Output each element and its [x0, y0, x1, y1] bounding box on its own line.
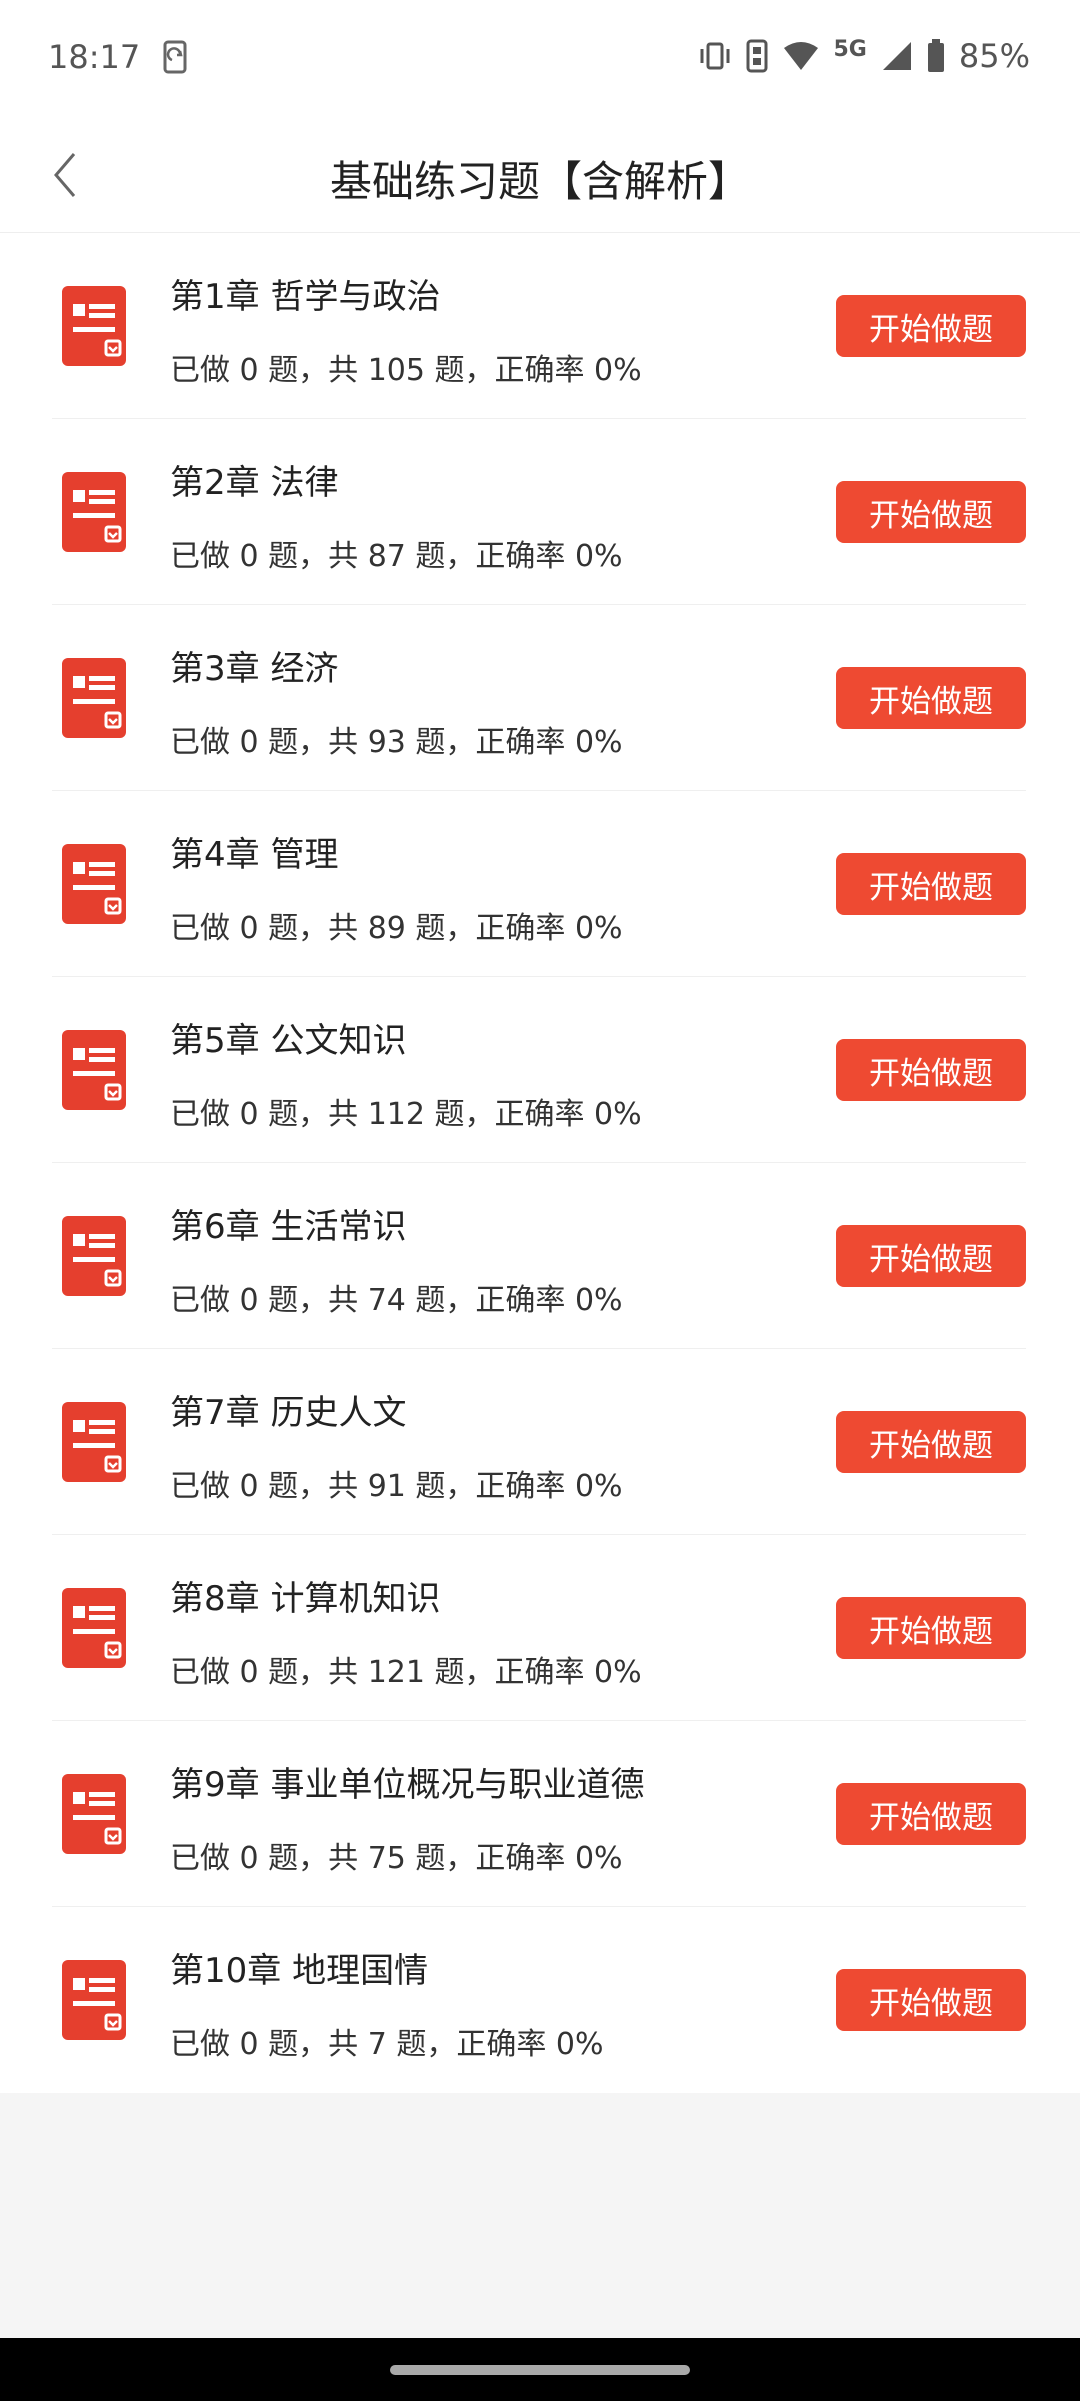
chapter-stats: 已做 0 题，共 121 题，正确率 0% — [170, 1655, 642, 1690]
chapter-item-3[interactable]: 第3章 经济 已做 0 题，共 93 题，正确率 0% 开始做题 — [0, 605, 1080, 791]
document-icon — [60, 1028, 128, 1112]
status-bar: 18:17 5G 85% — [0, 0, 1080, 120]
start-practice-button[interactable]: 开始做题 — [836, 1597, 1026, 1659]
chapter-item-5[interactable]: 第5章 公文知识 已做 0 题，共 112 题，正确率 0% 开始做题 — [0, 977, 1080, 1163]
start-practice-button[interactable]: 开始做题 — [836, 1783, 1026, 1845]
document-icon — [60, 656, 128, 740]
chapter-stats: 已做 0 题，共 93 题，正确率 0% — [170, 725, 623, 760]
chapter-item-6[interactable]: 第6章 生活常识 已做 0 题，共 74 题，正确率 0% 开始做题 — [0, 1163, 1080, 1349]
start-practice-button[interactable]: 开始做题 — [836, 1411, 1026, 1473]
chapter-title: 第9章 事业单位概况与职业道德 — [170, 1765, 645, 1805]
battery-icon — [927, 39, 945, 73]
vibrate-icon — [698, 39, 732, 73]
chapter-title: 第10章 地理国情 — [170, 1951, 429, 1991]
status-icons: 5G 85% — [698, 34, 1030, 78]
chapter-item-2[interactable]: 第2章 法律 已做 0 题，共 87 题，正确率 0% 开始做题 — [0, 419, 1080, 605]
screen-rotate-icon — [162, 40, 192, 76]
document-icon — [60, 284, 128, 368]
chapter-title: 第3章 经济 — [170, 649, 339, 689]
document-icon — [60, 1586, 128, 1670]
chapter-title: 第8章 计算机知识 — [170, 1579, 441, 1619]
chapter-title: 第4章 管理 — [170, 835, 339, 875]
chapter-stats: 已做 0 题，共 112 题，正确率 0% — [170, 1097, 642, 1132]
chapter-item-9[interactable]: 第9章 事业单位概况与职业道德 已做 0 题，共 75 题，正确率 0% 开始做… — [0, 1721, 1080, 1907]
chapter-item-1[interactable]: 第1章 哲学与政治 已做 0 题，共 105 题，正确率 0% 开始做题 — [0, 233, 1080, 419]
chapter-stats: 已做 0 题，共 89 题，正确率 0% — [170, 911, 623, 946]
chapter-title: 第7章 历史人文 — [170, 1393, 407, 1433]
chapter-title: 第5章 公文知识 — [170, 1021, 407, 1061]
chapter-stats: 已做 0 题，共 75 题，正确率 0% — [170, 1841, 623, 1876]
chapter-item-8[interactable]: 第8章 计算机知识 已做 0 题，共 121 题，正确率 0% 开始做题 — [0, 1535, 1080, 1721]
start-practice-button[interactable]: 开始做题 — [836, 481, 1026, 543]
chapter-list: 第1章 哲学与政治 已做 0 题，共 105 题，正确率 0% 开始做题 第2章… — [0, 233, 1080, 2093]
network-type: 5G — [833, 36, 867, 62]
document-icon — [60, 1958, 128, 2042]
document-icon — [60, 470, 128, 554]
status-time: 18:17 — [48, 38, 141, 76]
start-practice-button[interactable]: 开始做题 — [836, 295, 1026, 357]
start-practice-button[interactable]: 开始做题 — [836, 667, 1026, 729]
chapter-item-4[interactable]: 第4章 管理 已做 0 题，共 89 题，正确率 0% 开始做题 — [0, 791, 1080, 977]
system-nav-bar — [0, 2338, 1080, 2401]
start-practice-button[interactable]: 开始做题 — [836, 1969, 1026, 2031]
document-icon — [60, 1214, 128, 1298]
home-handle[interactable] — [390, 2365, 690, 2375]
wifi-icon — [782, 40, 820, 72]
chapter-stats: 已做 0 题，共 74 题，正确率 0% — [170, 1283, 623, 1318]
chapter-title: 第2章 法律 — [170, 463, 339, 503]
chapter-item-10[interactable]: 第10章 地理国情 已做 0 题，共 7 题，正确率 0% 开始做题 — [0, 1907, 1080, 2093]
chapter-stats: 已做 0 题，共 105 题，正确率 0% — [170, 353, 642, 388]
start-practice-button[interactable]: 开始做题 — [836, 1039, 1026, 1101]
battery-level: 85% — [958, 37, 1030, 75]
start-practice-button[interactable]: 开始做题 — [836, 853, 1026, 915]
chapter-stats: 已做 0 题，共 91 题，正确率 0% — [170, 1469, 623, 1504]
document-icon — [60, 1400, 128, 1484]
chapter-title: 第6章 生活常识 — [170, 1207, 407, 1247]
chapter-item-7[interactable]: 第7章 历史人文 已做 0 题，共 91 题，正确率 0% 开始做题 — [0, 1349, 1080, 1535]
hd-icon — [746, 39, 768, 73]
chapter-title: 第1章 哲学与政治 — [170, 277, 441, 317]
chapter-stats: 已做 0 题，共 87 题，正确率 0% — [170, 539, 623, 574]
document-icon — [60, 842, 128, 926]
app-header: 基础练习题【含解析】 — [0, 120, 1080, 233]
start-practice-button[interactable]: 开始做题 — [836, 1225, 1026, 1287]
chapter-stats: 已做 0 题，共 7 题，正确率 0% — [170, 2027, 604, 2062]
document-icon — [60, 1772, 128, 1856]
signal-icon — [881, 40, 913, 72]
page-title: 基础练习题【含解析】 — [329, 157, 750, 206]
